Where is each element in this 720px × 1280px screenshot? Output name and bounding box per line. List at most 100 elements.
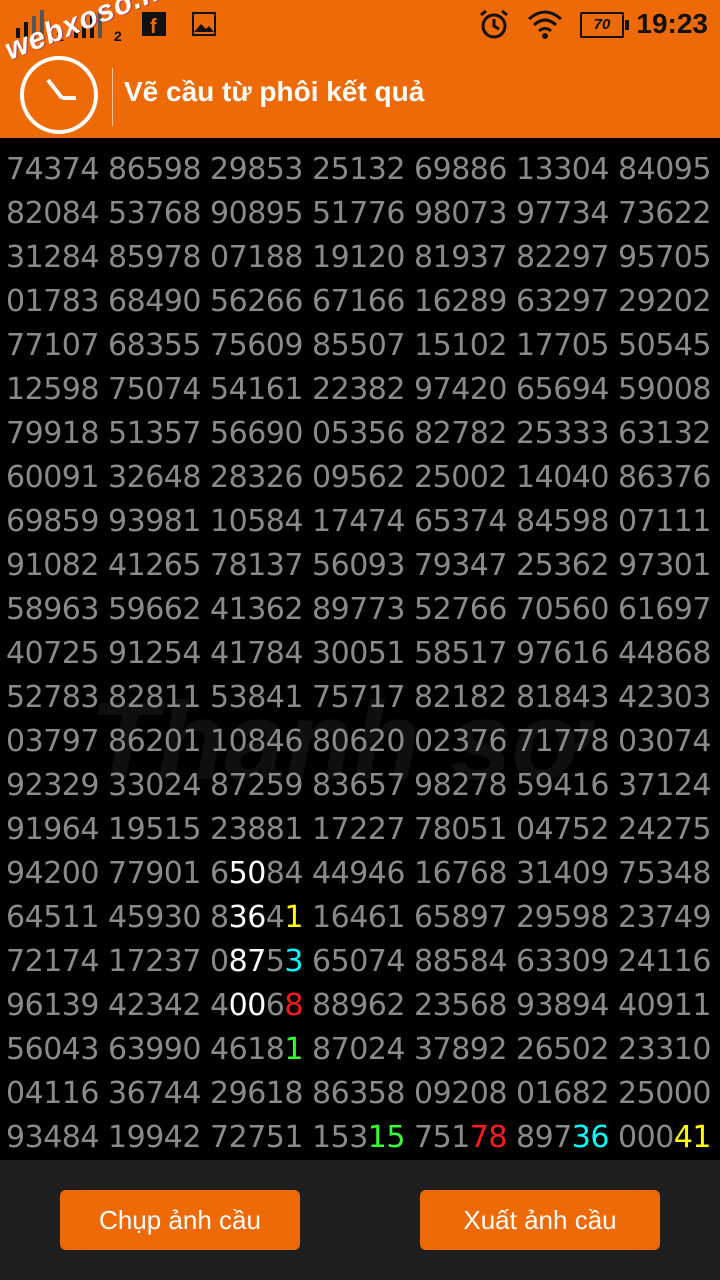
result-digit: 8 [330, 988, 350, 1023]
result-digit: 8 [692, 372, 711, 407]
app-logo-circle[interactable] [20, 56, 98, 134]
result-digit: 3 [618, 768, 637, 803]
result-digit: 8 [247, 680, 266, 715]
result-digit: 1 [210, 724, 229, 759]
result-digit: 5 [80, 636, 99, 671]
result-number: 82811 [108, 680, 208, 715]
result-number: 84598 [516, 504, 616, 539]
result-digit: 7 [6, 944, 25, 979]
result-digit: 2 [451, 768, 470, 803]
result-digit: 7 [228, 768, 248, 803]
result-digit: 8 [265, 504, 285, 539]
result-digit: 7 [534, 328, 554, 363]
result-digit: 6 [228, 1032, 248, 1067]
result-digit: 5 [228, 328, 248, 363]
export-bridge-button[interactable]: Xuất ảnh cầu [420, 1190, 660, 1250]
result-number: 19942 [108, 1120, 208, 1155]
result-digit: 0 [590, 460, 609, 495]
result-digit: 0 [182, 1032, 201, 1067]
result-digit: 1 [6, 372, 25, 407]
result-number: 69886 [414, 152, 514, 187]
result-digit: 3 [553, 152, 572, 187]
result-number: 81843 [516, 680, 616, 715]
result-number: 40911 [618, 988, 718, 1023]
result-digit: 3 [534, 152, 554, 187]
result-number: 63990 [108, 1032, 208, 1067]
result-digit: 5 [43, 372, 62, 407]
result-row: 69859 93981 10584 17474 65374 84598 07111 [0, 504, 720, 548]
result-digit: 1 [108, 1120, 127, 1155]
result-digit: 8 [488, 1120, 507, 1155]
capture-bridge-button[interactable]: Chụp ảnh cầu [60, 1190, 300, 1250]
result-digit: 4 [534, 504, 554, 539]
result-digit: 5 [182, 812, 201, 847]
result-digit: 7 [61, 944, 81, 979]
result-digit: 8 [247, 812, 266, 847]
result-digit: 4 [163, 1120, 183, 1155]
result-number: 56690 [210, 416, 310, 451]
result-digit: 8 [228, 460, 248, 495]
result-number: 36744 [108, 1076, 208, 1111]
result-number: 25132 [312, 152, 412, 187]
result-digit: 6 [636, 460, 656, 495]
result-digit: 0 [43, 460, 62, 495]
result-number: 86598 [108, 152, 208, 187]
result-digit: 4 [553, 768, 572, 803]
result-digit: 2 [618, 944, 637, 979]
result-digit: 2 [312, 152, 331, 187]
result-digit: 4 [618, 680, 637, 715]
result-digit: 0 [163, 724, 183, 759]
result-digit: 4 [145, 284, 164, 319]
result-number: 72174 [6, 944, 106, 979]
result-digit: 1 [126, 548, 146, 583]
result-digit: 8 [284, 988, 303, 1023]
result-digit: 0 [516, 812, 535, 847]
result-digit: 0 [469, 1076, 489, 1111]
result-digit: 9 [673, 592, 693, 627]
result-digit: 6 [469, 856, 489, 891]
result-digit: 9 [228, 1076, 248, 1111]
result-digit: 2 [126, 680, 146, 715]
result-digit: 5 [414, 592, 433, 627]
result-digit: 3 [673, 416, 693, 451]
result-digit: 8 [284, 1076, 303, 1111]
result-digit: 9 [61, 372, 81, 407]
result-digit: 5 [247, 504, 266, 539]
result-digit: 7 [367, 196, 387, 231]
result-digit: 9 [571, 372, 591, 407]
result-digit: 7 [655, 240, 674, 275]
result-digit: 5 [330, 1120, 350, 1155]
result-digit: 2 [516, 900, 535, 935]
result-number: 23881 [210, 812, 310, 847]
result-digit: 6 [6, 504, 25, 539]
result-digit: 8 [80, 372, 99, 407]
result-digit: 5 [6, 680, 25, 715]
result-digit: 3 [284, 152, 303, 187]
result-number: 03074 [618, 724, 718, 759]
results-grid: Thanh sơ 74374 86598 29853 25132 69886 13304 8… [0, 138, 720, 1160]
result-digit: 9 [534, 1120, 554, 1155]
result-digit: 3 [228, 812, 248, 847]
result-digit: 4 [265, 724, 285, 759]
result-digit: 8 [516, 240, 535, 275]
result-digit: 0 [636, 328, 656, 363]
result-digit: 5 [692, 240, 711, 275]
result-digit: 2 [367, 1032, 387, 1067]
result-digit: 9 [6, 548, 25, 583]
result-digit: 3 [6, 240, 25, 275]
result-digit: 2 [553, 240, 572, 275]
result-digit: 4 [349, 900, 368, 935]
result-number: 25362 [516, 548, 616, 583]
result-number: 53841 [210, 680, 310, 715]
result-digit: 6 [655, 592, 674, 627]
result-digit: 4 [571, 680, 591, 715]
result-row: 03797 86201 10846 80620 02376 71778 03074 [0, 724, 720, 768]
result-digit: 1 [367, 680, 387, 715]
result-digit: 6 [516, 284, 535, 319]
result-digit: 8 [312, 768, 331, 803]
result-digit: 1 [284, 812, 303, 847]
result-number: 68490 [108, 284, 208, 319]
result-digit: 7 [349, 196, 368, 231]
result-digit: 0 [692, 1032, 711, 1067]
result-digit: 8 [516, 504, 535, 539]
